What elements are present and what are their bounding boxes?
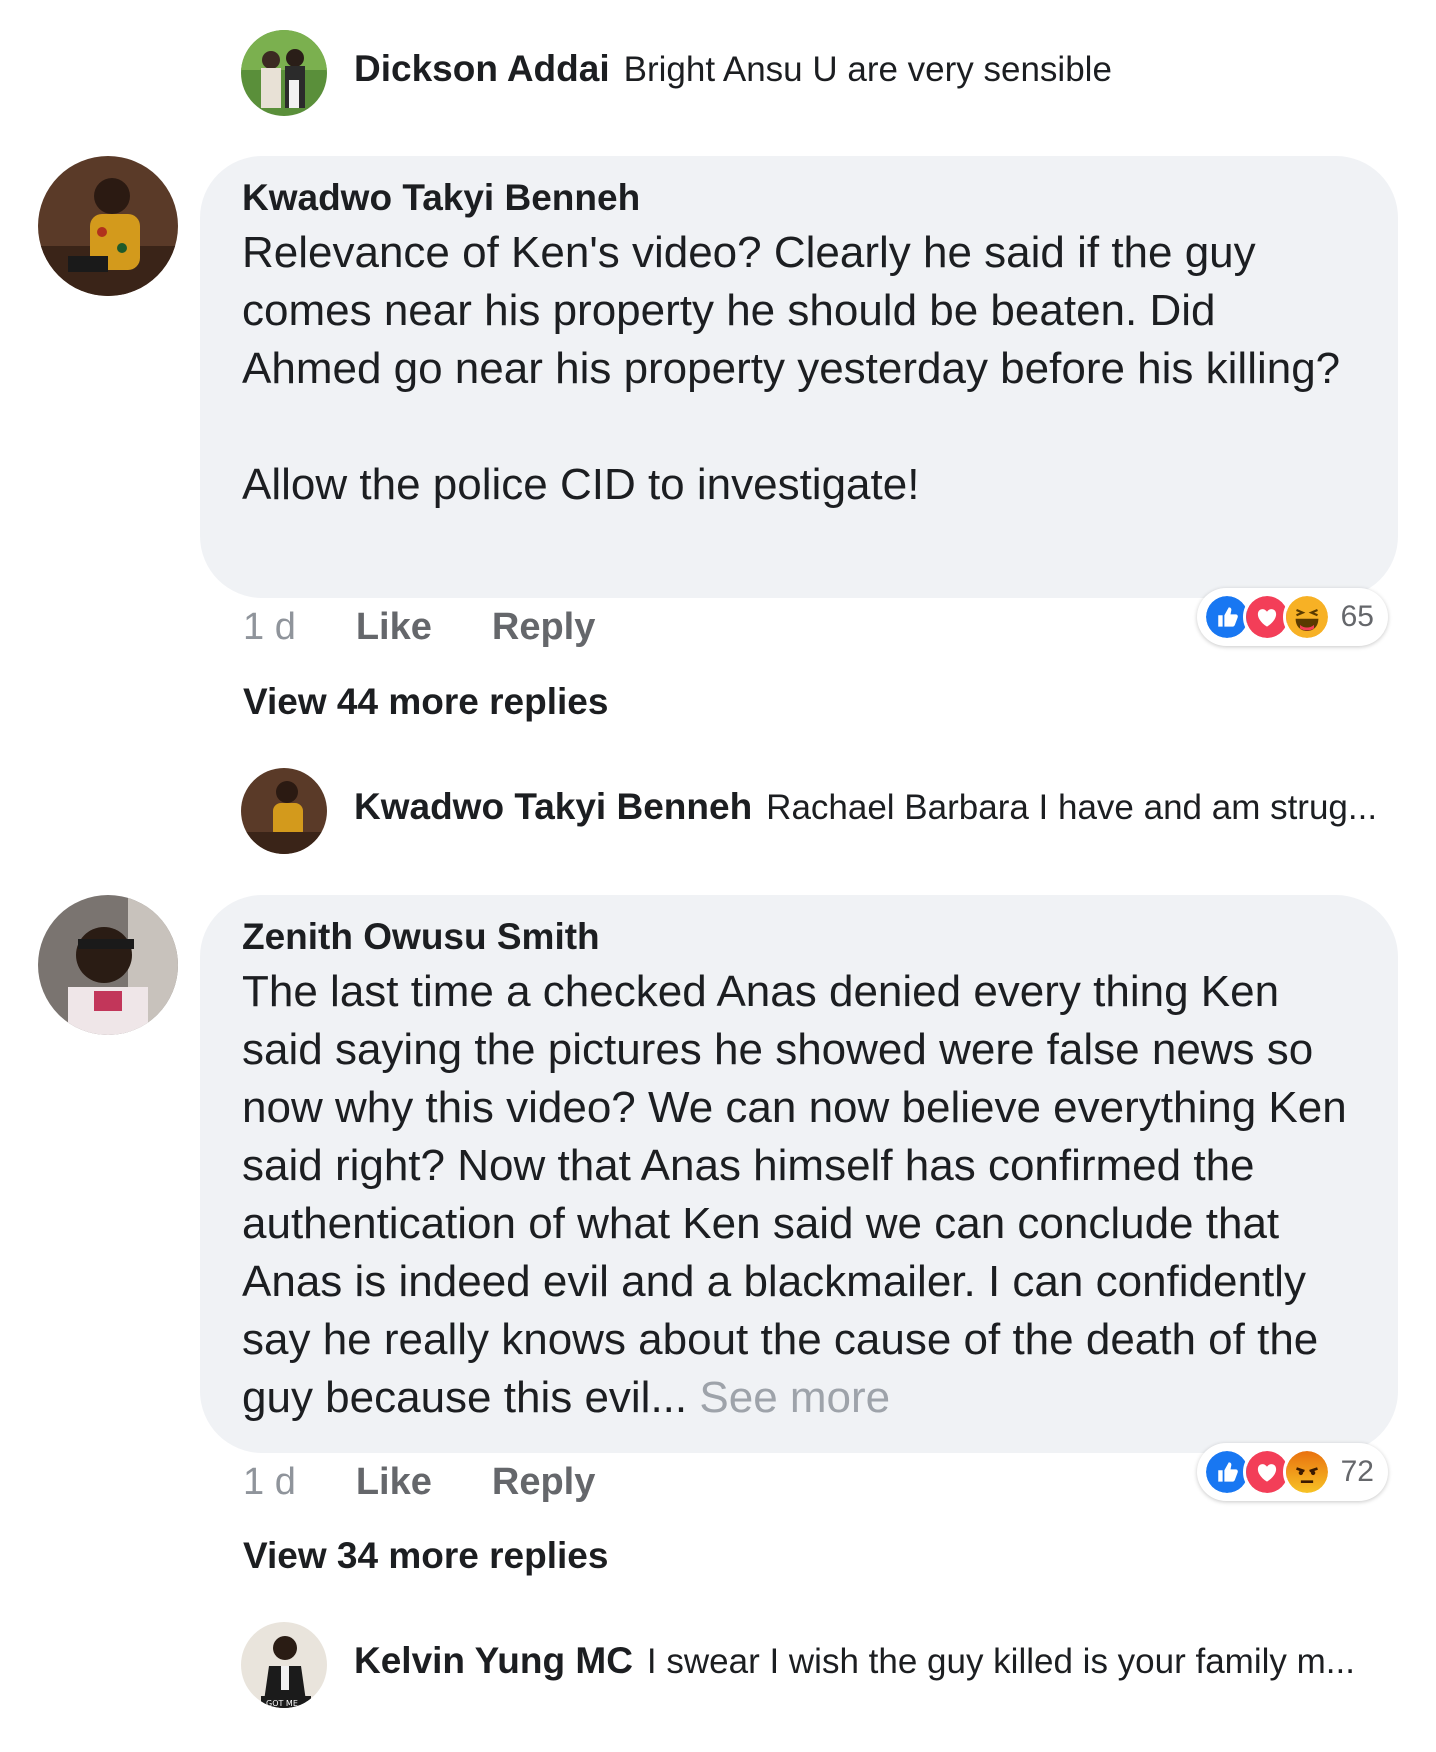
reply-author-name[interactable]: Kwadwo Takyi Benneh [354, 786, 752, 828]
reaction-count: 72 [1340, 1455, 1374, 1488]
comment-bubble: Zenith Owusu Smith The last time a check… [200, 895, 1398, 1453]
avatar-dickson-addai[interactable] [241, 30, 327, 116]
reaction-count: 65 [1340, 600, 1374, 633]
reply-author-name[interactable]: Kelvin Yung MC [354, 1640, 633, 1682]
comment-text: Relevance of Ken's video? Clearly he sai… [242, 228, 1341, 509]
avatar-caption: GOT ME [266, 1699, 298, 1708]
comment-author-name[interactable]: Zenith Owusu Smith [242, 915, 1356, 959]
see-more-link[interactable]: See more [699, 1373, 890, 1422]
reply-snippet: I swear I wish the guy killed is your fa… [646, 1642, 1355, 1681]
reply-author-name[interactable]: Dickson Addai [354, 48, 610, 90]
avatar-kwadwo-takyi-benneh[interactable] [38, 156, 178, 296]
avatar-zenith-owusu-smith[interactable] [38, 895, 178, 1035]
reply-preview-kwadwo[interactable]: Kwadwo Takyi Benneh Rachael Barbara I ha… [354, 786, 1377, 828]
like-button[interactable]: Like [356, 606, 432, 649]
comment-actions: 1 d Like Reply [243, 1461, 655, 1504]
reactions-summary[interactable]: 72 [1196, 1443, 1388, 1501]
comment-bubble: Kwadwo Takyi Benneh Relevance of Ken's v… [200, 156, 1398, 598]
reply-preview-kelvin[interactable]: Kelvin Yung MC I swear I wish the guy ki… [354, 1640, 1355, 1682]
comment-text: The last time a checked Anas denied ever… [242, 963, 1356, 1427]
avatar-kelvin-yung-mc[interactable]: GOT ME [241, 1622, 327, 1708]
like-button[interactable]: Like [356, 1461, 432, 1504]
avatar-kwadwo-takyi-benneh-small[interactable] [241, 768, 327, 854]
comment-body: The last time a checked Anas denied ever… [242, 967, 1347, 1422]
comment-actions: 1 d Like Reply [243, 606, 655, 649]
reply-preview-dickson[interactable]: Dickson Addai Bright Ansu U are very sen… [354, 48, 1112, 90]
reactions-summary[interactable]: 65 [1196, 588, 1388, 646]
haha-reaction-icon [1282, 593, 1331, 641]
reply-button[interactable]: Reply [492, 606, 595, 649]
angry-reaction-icon [1282, 1448, 1331, 1496]
comment-timestamp[interactable]: 1 d [243, 1461, 296, 1504]
view-more-replies[interactable]: View 44 more replies [243, 681, 608, 723]
reply-button[interactable]: Reply [492, 1461, 595, 1504]
comment-author-name[interactable]: Kwadwo Takyi Benneh [242, 176, 1356, 220]
view-more-replies[interactable]: View 34 more replies [243, 1535, 608, 1577]
reply-snippet: Bright Ansu U are very sensible [623, 50, 1112, 89]
comment-timestamp[interactable]: 1 d [243, 606, 296, 649]
reply-snippet: Rachael Barbara I have and am strug... [766, 788, 1378, 827]
